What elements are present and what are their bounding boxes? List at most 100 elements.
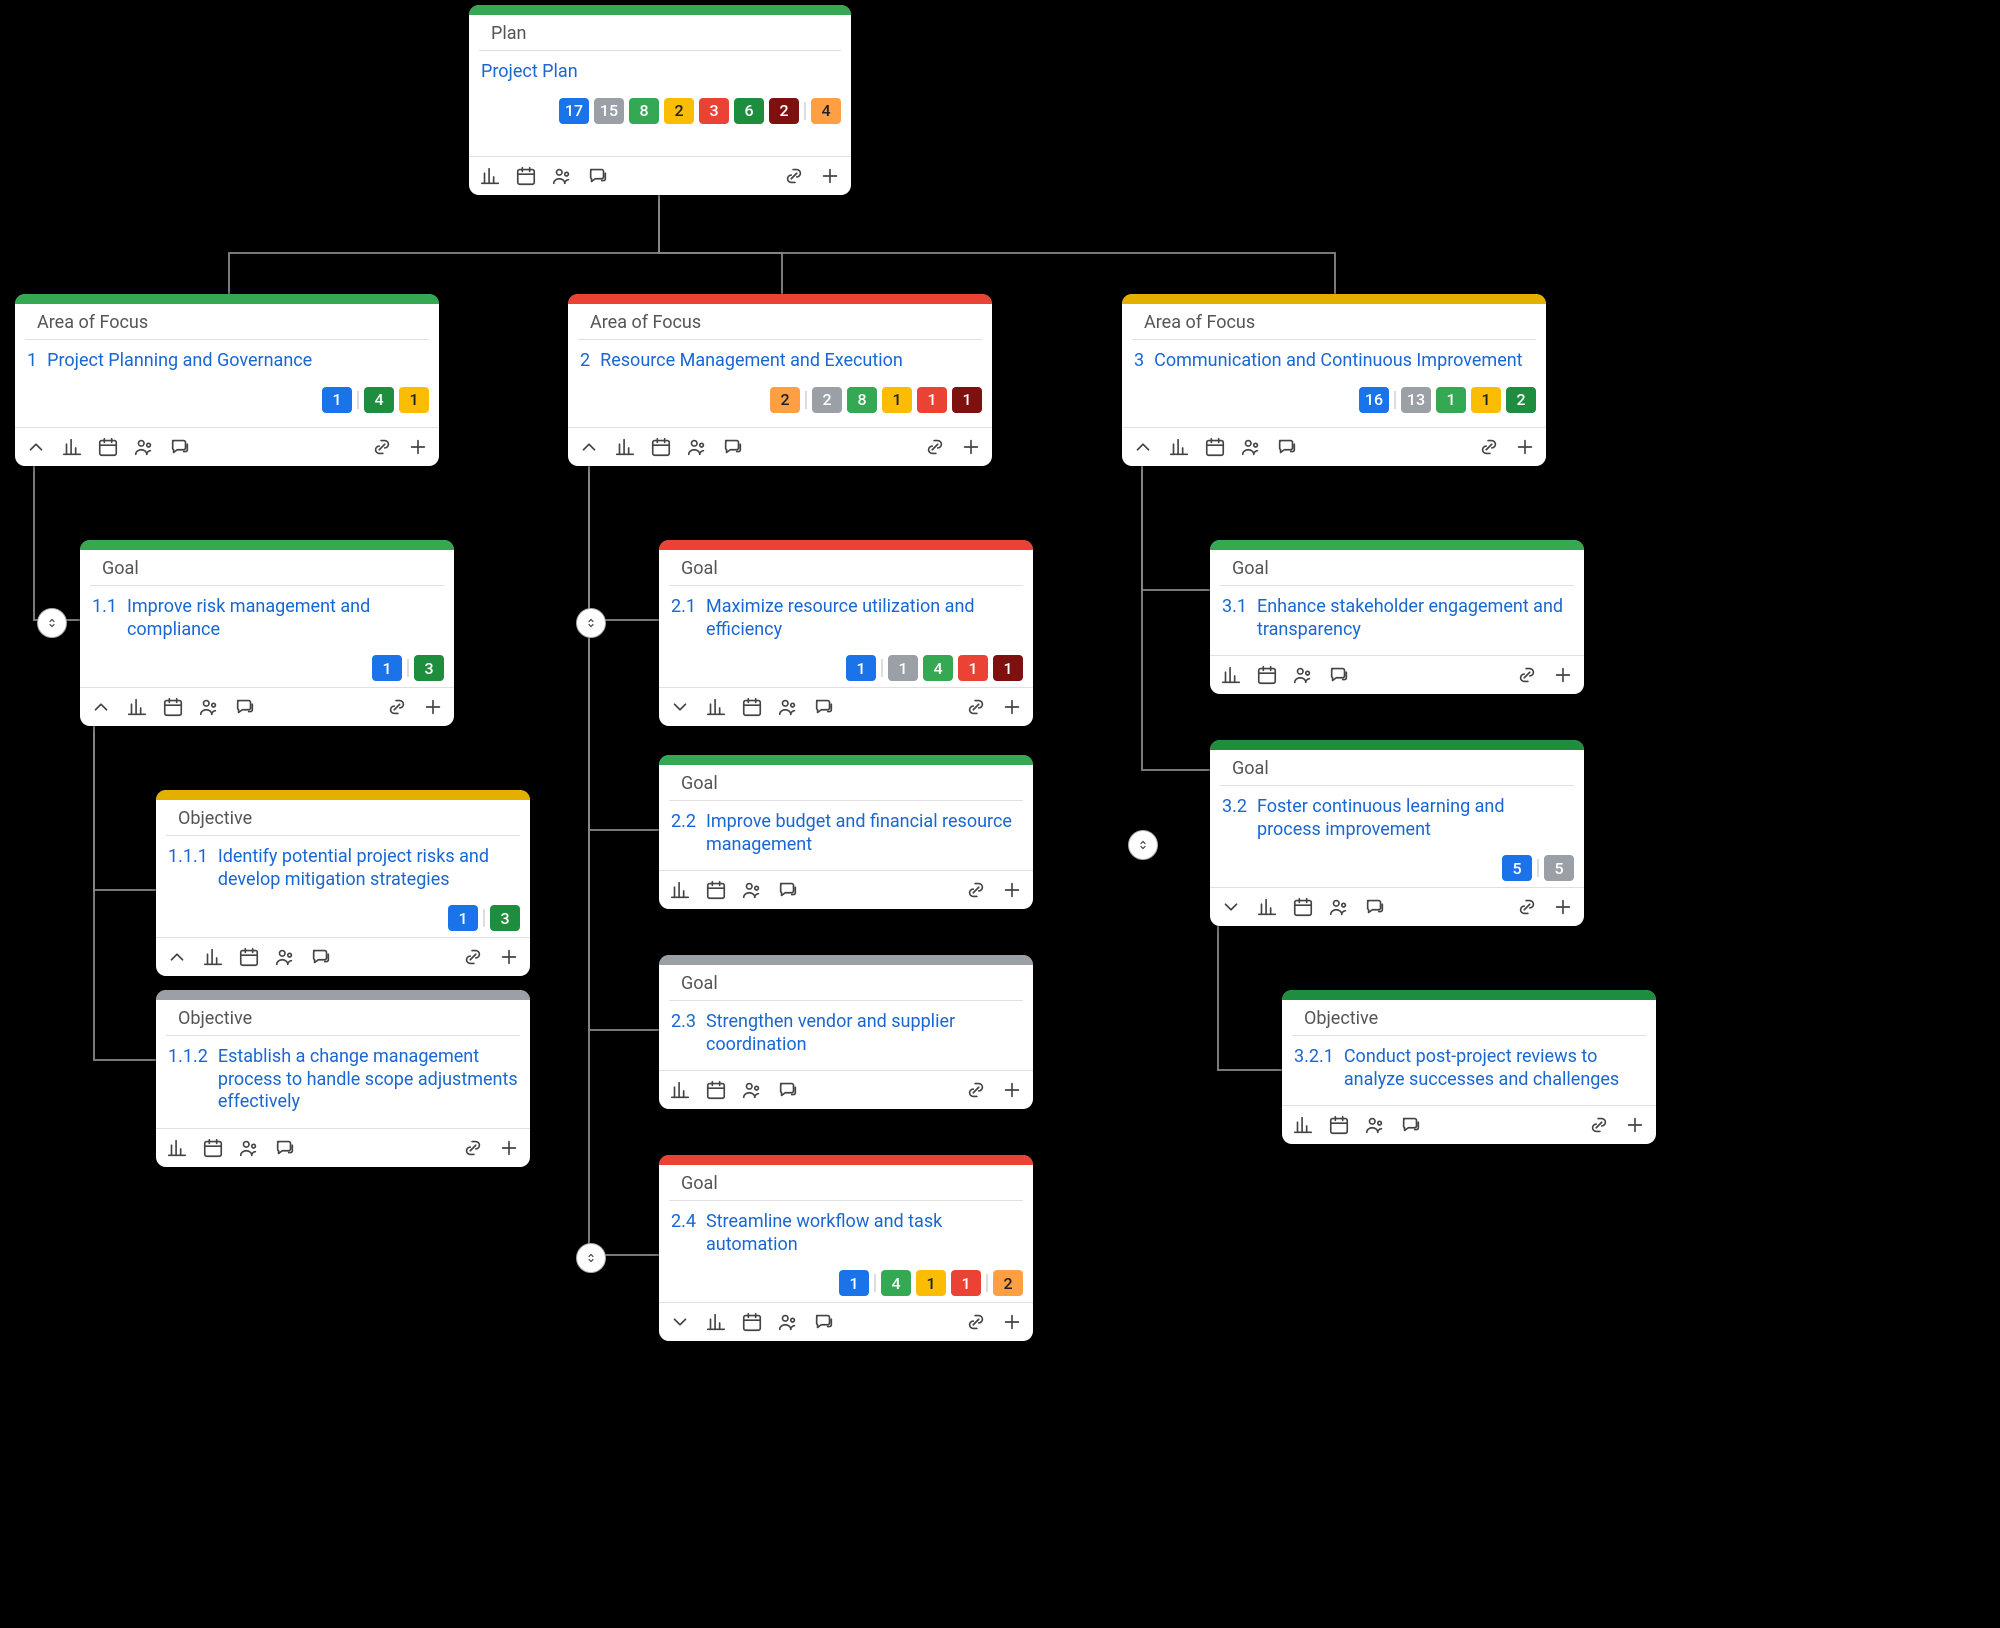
- people-icon[interactable]: [1364, 1114, 1386, 1136]
- comments-icon[interactable]: [234, 696, 256, 718]
- tree-toggle[interactable]: [1128, 830, 1158, 860]
- count-badge[interactable]: 1: [322, 387, 352, 413]
- calendar-icon[interactable]: [741, 1311, 763, 1333]
- count-badge[interactable]: 2: [1506, 387, 1536, 413]
- add-icon[interactable]: [1001, 696, 1023, 718]
- card-title[interactable]: 2.3Strengthen vendor and supplier coordi…: [659, 1001, 1033, 1070]
- link-icon[interactable]: [462, 1137, 484, 1159]
- people-icon[interactable]: [238, 1137, 260, 1159]
- comments-icon[interactable]: [813, 696, 835, 718]
- goal-3-1[interactable]: Goal3.1Enhance stakeholder engagement an…: [1210, 540, 1584, 694]
- comments-icon[interactable]: [777, 879, 799, 901]
- link-icon[interactable]: [965, 879, 987, 901]
- people-icon[interactable]: [741, 1079, 763, 1101]
- comments-icon[interactable]: [722, 436, 744, 458]
- goal-2-4[interactable]: Goal2.4Streamline workflow and task auto…: [659, 1155, 1033, 1341]
- add-icon[interactable]: [1514, 436, 1536, 458]
- people-icon[interactable]: [1328, 896, 1350, 918]
- chart-icon[interactable]: [1220, 664, 1242, 686]
- add-icon[interactable]: [1552, 664, 1574, 686]
- plan-card[interactable]: PlanProject Plan1715823624: [469, 5, 851, 195]
- count-badge[interactable]: 1: [839, 1270, 869, 1296]
- card-title[interactable]: 1.1Improve risk management and complianc…: [80, 586, 454, 655]
- people-icon[interactable]: [551, 165, 573, 187]
- card-title[interactable]: 2.1Maximize resource utilization and eff…: [659, 586, 1033, 655]
- link-icon[interactable]: [1516, 896, 1538, 918]
- people-icon[interactable]: [741, 879, 763, 901]
- count-badge[interactable]: 1: [952, 387, 982, 413]
- count-badge[interactable]: 16: [1359, 387, 1389, 413]
- count-badge[interactable]: 6: [734, 98, 764, 124]
- count-badge[interactable]: 1: [448, 905, 478, 931]
- expand-toggle[interactable]: [578, 436, 600, 458]
- calendar-icon[interactable]: [741, 696, 763, 718]
- card-title[interactable]: 3Communication and Continuous Improvemen…: [1122, 340, 1546, 387]
- card-title[interactable]: 3.1Enhance stakeholder engagement and tr…: [1210, 586, 1584, 655]
- link-icon[interactable]: [386, 696, 408, 718]
- calendar-icon[interactable]: [515, 165, 537, 187]
- count-badge[interactable]: 5: [1502, 855, 1532, 881]
- obj-3-2-1[interactable]: Objective3.2.1Conduct post-project revie…: [1282, 990, 1656, 1144]
- expand-toggle[interactable]: [25, 436, 47, 458]
- expand-toggle[interactable]: [166, 946, 188, 968]
- expand-toggle[interactable]: [669, 1311, 691, 1333]
- chart-icon[interactable]: [479, 165, 501, 187]
- calendar-icon[interactable]: [162, 696, 184, 718]
- add-icon[interactable]: [1552, 896, 1574, 918]
- chart-icon[interactable]: [669, 879, 691, 901]
- calendar-icon[interactable]: [650, 436, 672, 458]
- add-icon[interactable]: [422, 696, 444, 718]
- card-title[interactable]: 2Resource Management and Execution: [568, 340, 992, 387]
- expand-toggle[interactable]: [669, 696, 691, 718]
- calendar-icon[interactable]: [97, 436, 119, 458]
- calendar-icon[interactable]: [705, 1079, 727, 1101]
- count-badge[interactable]: 1: [399, 387, 429, 413]
- tree-toggle[interactable]: [576, 608, 606, 638]
- people-icon[interactable]: [1240, 436, 1262, 458]
- count-badge[interactable]: 13: [1401, 387, 1431, 413]
- card-title[interactable]: 2.4Streamline workflow and task automati…: [659, 1201, 1033, 1270]
- add-icon[interactable]: [1001, 1079, 1023, 1101]
- link-icon[interactable]: [965, 1311, 987, 1333]
- area-1[interactable]: Area of Focus1Project Planning and Gover…: [15, 294, 439, 466]
- count-badge[interactable]: 4: [923, 655, 953, 681]
- count-badge[interactable]: 1: [888, 655, 918, 681]
- chart-icon[interactable]: [1168, 436, 1190, 458]
- count-badge[interactable]: 1: [1471, 387, 1501, 413]
- comments-icon[interactable]: [169, 436, 191, 458]
- goal-1-1[interactable]: Goal1.1Improve risk management and compl…: [80, 540, 454, 726]
- people-icon[interactable]: [777, 696, 799, 718]
- area-2[interactable]: Area of Focus2Resource Management and Ex…: [568, 294, 992, 466]
- chart-icon[interactable]: [705, 696, 727, 718]
- count-badge[interactable]: 2: [812, 387, 842, 413]
- link-icon[interactable]: [783, 165, 805, 187]
- add-icon[interactable]: [1001, 1311, 1023, 1333]
- count-badge[interactable]: 8: [847, 387, 877, 413]
- count-badge[interactable]: 5: [1544, 855, 1574, 881]
- card-title[interactable]: 1Project Planning and Governance: [15, 340, 439, 387]
- comments-icon[interactable]: [1364, 896, 1386, 918]
- comments-icon[interactable]: [1328, 664, 1350, 686]
- chart-icon[interactable]: [1292, 1114, 1314, 1136]
- comments-icon[interactable]: [274, 1137, 296, 1159]
- card-title[interactable]: 3.2.1Conduct post-project reviews to ana…: [1282, 1036, 1656, 1105]
- add-icon[interactable]: [498, 946, 520, 968]
- calendar-icon[interactable]: [1292, 896, 1314, 918]
- card-title[interactable]: 1.1.1Identify potential project risks an…: [156, 836, 530, 905]
- add-icon[interactable]: [819, 165, 841, 187]
- count-badge[interactable]: 1: [882, 387, 912, 413]
- count-badge[interactable]: 1: [1436, 387, 1466, 413]
- count-badge[interactable]: 4: [811, 98, 841, 124]
- count-badge[interactable]: 3: [414, 655, 444, 681]
- goal-2-3[interactable]: Goal2.3Strengthen vendor and supplier co…: [659, 955, 1033, 1109]
- obj-1-1-1[interactable]: Objective1.1.1Identify potential project…: [156, 790, 530, 976]
- count-badge[interactable]: 4: [364, 387, 394, 413]
- chart-icon[interactable]: [614, 436, 636, 458]
- expand-toggle[interactable]: [1220, 896, 1242, 918]
- chart-icon[interactable]: [126, 696, 148, 718]
- count-badge[interactable]: 3: [699, 98, 729, 124]
- link-icon[interactable]: [1516, 664, 1538, 686]
- calendar-icon[interactable]: [705, 879, 727, 901]
- link-icon[interactable]: [924, 436, 946, 458]
- comments-icon[interactable]: [813, 1311, 835, 1333]
